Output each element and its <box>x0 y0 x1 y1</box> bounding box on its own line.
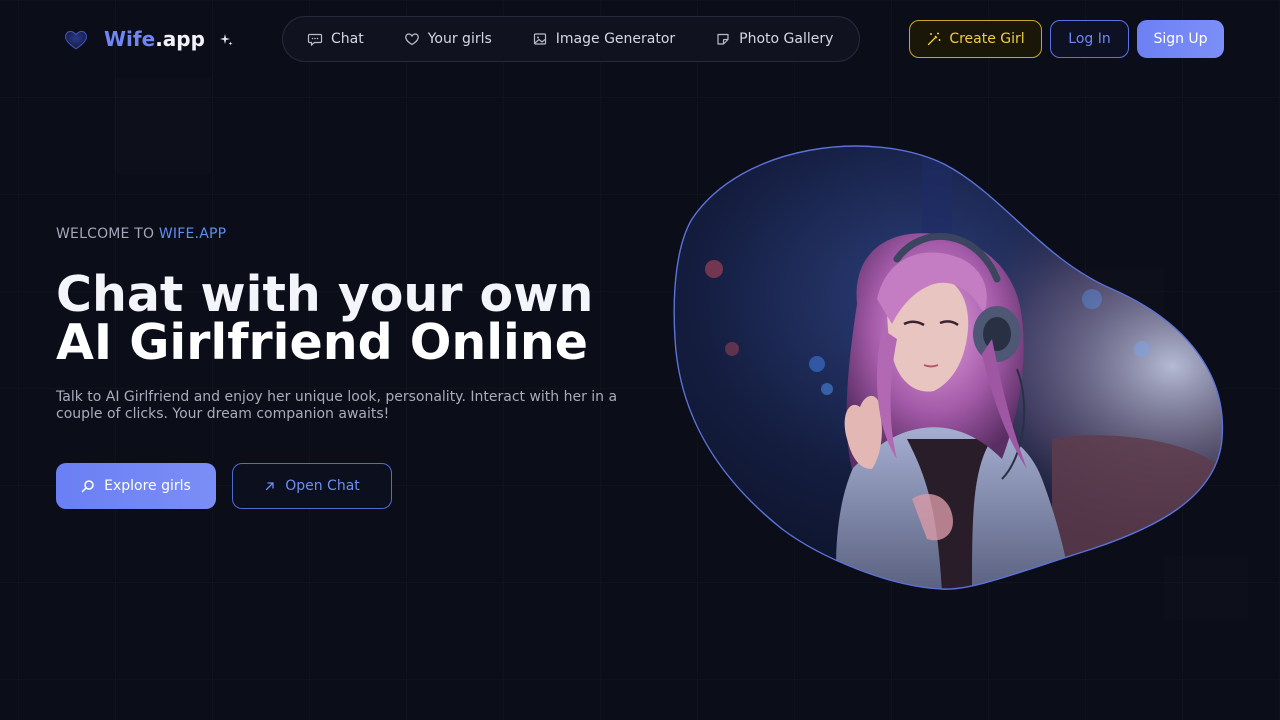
brand-name-rest: .app <box>155 27 205 51</box>
login-button[interactable]: Log In <box>1050 20 1129 58</box>
background-tile <box>115 78 211 174</box>
header-actions: Create Girl Log In Sign Up <box>909 20 1224 58</box>
create-girl-label: Create Girl <box>949 31 1025 47</box>
nav-item-your-girls[interactable]: Your girls <box>404 31 492 47</box>
open-chat-label: Open Chat <box>285 478 360 494</box>
signup-button[interactable]: Sign Up <box>1137 20 1224 58</box>
hero-eyebrow: WELCOME TO WIFE.APP <box>56 226 226 242</box>
hero-title-line2: AI Girlfriend Online <box>56 314 588 371</box>
nav-item-label: Photo Gallery <box>739 31 834 47</box>
heart-icon <box>404 33 419 46</box>
eyebrow-highlight: WIFE.APP <box>158 226 227 242</box>
nav-item-photo-gallery[interactable]: Photo Gallery <box>715 31 833 47</box>
open-chat-button[interactable]: Open Chat <box>232 463 392 509</box>
magic-wand-icon <box>928 32 941 46</box>
brand-name: Wife.app <box>104 27 205 51</box>
chat-bubble-icon <box>307 33 323 47</box>
hero-description: Talk to AI Girlfriend and enjoy her uniq… <box>56 389 618 422</box>
image-icon <box>533 33 546 45</box>
heart-logo-icon <box>56 19 96 59</box>
sticker-icon <box>717 33 729 45</box>
nav-item-image-generator[interactable]: Image Generator <box>532 31 675 47</box>
arrow-up-right-icon <box>266 482 274 491</box>
site-header: Wife.app Chat Your girls Image Generator… <box>56 16 1224 62</box>
search-icon <box>81 480 94 493</box>
explore-girls-button[interactable]: Explore girls <box>56 463 216 509</box>
sparkle-icon <box>219 32 233 46</box>
nav-item-label: Your girls <box>427 31 492 47</box>
nav-item-label: Chat <box>331 31 364 47</box>
nav-item-chat[interactable]: Chat <box>307 31 364 47</box>
hero-image <box>672 139 1228 593</box>
nav-item-label: Image Generator <box>555 31 676 47</box>
create-girl-button[interactable]: Create Girl <box>909 20 1042 58</box>
main-nav: Chat Your girls Image Generator Photo Ga… <box>282 16 860 62</box>
explore-girls-label: Explore girls <box>104 478 191 494</box>
logo[interactable]: Wife.app <box>56 19 233 59</box>
brand-name-accent: Wife <box>104 27 156 51</box>
eyebrow-prefix: WELCOME TO <box>56 226 159 242</box>
